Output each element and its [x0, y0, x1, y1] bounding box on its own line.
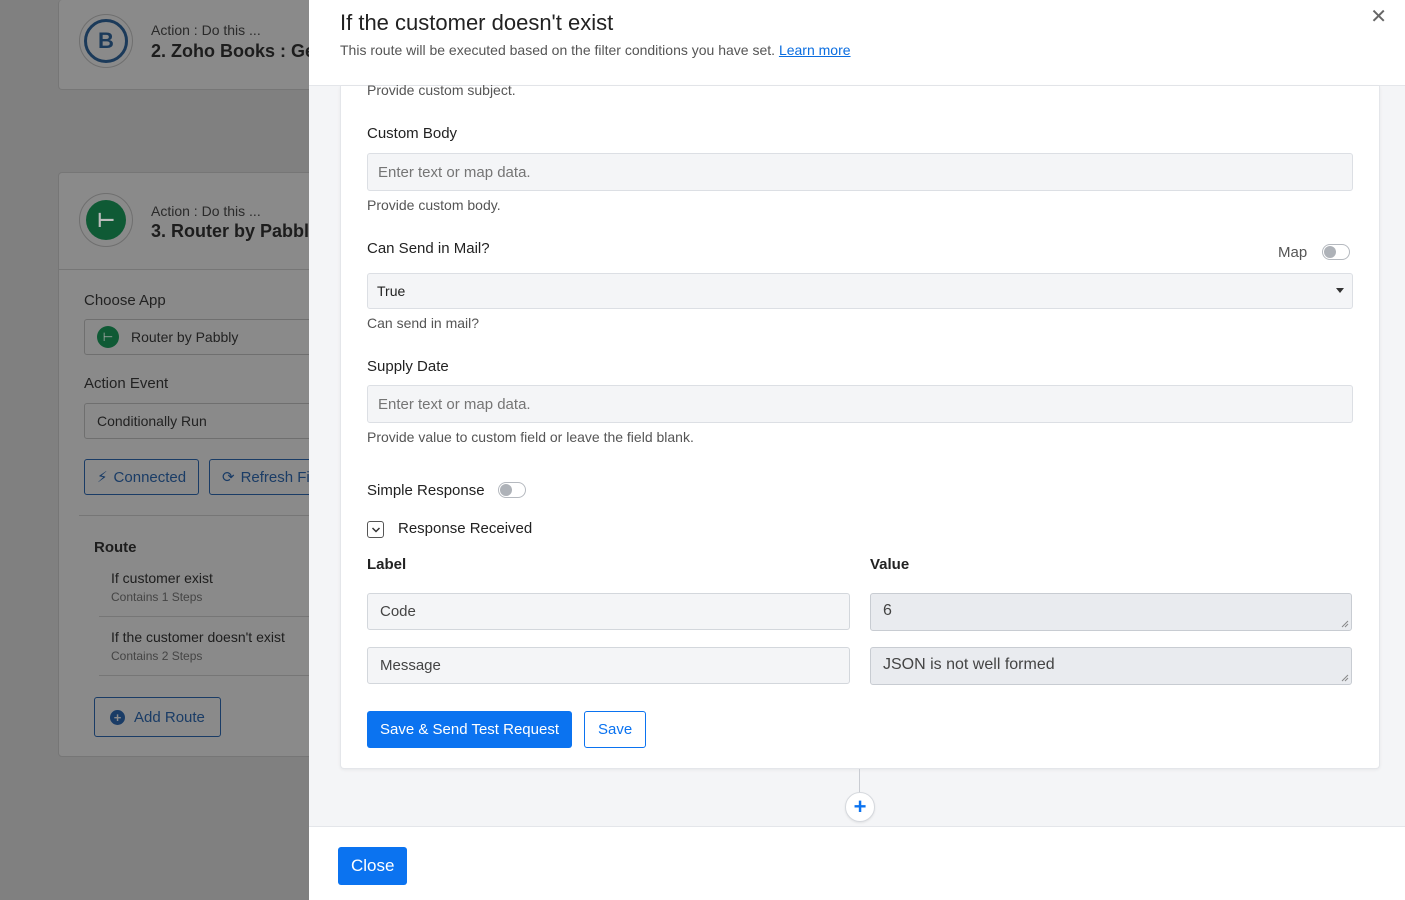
router-step-card: ⊢ Action : Do this ... 3. Router by Pabb…: [58, 172, 334, 757]
step-action-title: 3. Router by Pabbly: [151, 221, 320, 241]
close-button[interactable]: Close: [338, 847, 408, 885]
custom-subject-help: Provide custom subject.: [367, 82, 516, 98]
action-event-label: Action Event: [84, 375, 169, 392]
resize-handle-icon: [1341, 674, 1349, 682]
zoho-books-app-icon: B: [79, 14, 133, 68]
response-value-field[interactable]: 6: [870, 593, 1352, 631]
router-small-icon: ⊢: [97, 326, 119, 348]
learn-more-link[interactable]: Learn more: [779, 42, 851, 58]
map-toggle[interactable]: [1322, 244, 1350, 260]
plus-circle-icon: +: [110, 709, 125, 725]
connected-button[interactable]: ⚡ Connected: [84, 459, 200, 495]
route-modal: If the customer doesn't exist This route…: [309, 0, 1405, 900]
can-send-in-mail-help: Can send in mail?: [367, 315, 480, 331]
close-icon[interactable]: ✕: [1370, 4, 1387, 29]
response-label-input[interactable]: Code: [367, 593, 850, 630]
simple-response-toggle[interactable]: [498, 482, 526, 498]
modal-header: If the customer doesn't exist This route…: [309, 0, 1405, 86]
choose-app-select[interactable]: ⊢ Router by Pabbly: [84, 319, 334, 355]
supply-date-help: Provide value to custom field or leave t…: [367, 429, 694, 445]
form-card: Provide custom subject. Custom Body Prov…: [340, 82, 1380, 769]
route-item-customer-not-exist[interactable]: If the customer doesn't exist: [111, 629, 285, 645]
label-column-header: Label: [367, 556, 407, 573]
can-send-in-mail-select[interactable]: True: [367, 273, 1353, 309]
router-app-icon: ⊢: [79, 193, 133, 247]
plug-icon: ⚡: [97, 469, 108, 486]
add-step-plus-icon[interactable]: +: [845, 792, 875, 822]
can-send-in-mail-label: Can Send in Mail?: [367, 240, 490, 257]
response-value-field[interactable]: JSON is not well formed: [870, 647, 1352, 685]
response-received-label: Response Received: [398, 520, 533, 537]
action-event-select[interactable]: Conditionally Run: [84, 403, 334, 439]
route-step-count: Contains 1 Steps: [111, 590, 203, 604]
add-route-button[interactable]: + Add Route: [94, 697, 221, 737]
zoho-books-step-card[interactable]: B Action : Do this ... 2. Zoho Books : G…: [58, 0, 328, 90]
caret-down-icon: [1336, 288, 1344, 293]
step-action-label: Action : Do this ...: [151, 22, 261, 38]
map-label: Map: [1278, 244, 1308, 261]
resize-handle-icon: [1341, 620, 1349, 628]
route-step-count: Contains 2 Steps: [111, 649, 203, 663]
step-action-label: Action : Do this ...: [151, 203, 261, 219]
value-column-header: Value: [870, 556, 910, 573]
step-connector-line: [859, 769, 860, 793]
save-and-send-test-request-button[interactable]: Save & Send Test Request: [367, 711, 573, 748]
custom-body-help: Provide custom body.: [367, 197, 501, 213]
response-label-input[interactable]: Message: [367, 647, 850, 684]
response-received-collapse-toggle[interactable]: [367, 521, 384, 538]
refresh-icon: ⟳: [222, 469, 235, 486]
route-item-customer-exist[interactable]: If customer exist: [111, 570, 213, 586]
step-action-title: 2. Zoho Books : Get: [151, 41, 322, 61]
choose-app-label: Choose App: [84, 292, 166, 309]
custom-body-input[interactable]: [367, 153, 1353, 191]
save-button[interactable]: Save: [584, 711, 647, 748]
modal-subtitle: This route will be executed based on the…: [340, 42, 851, 58]
supply-date-input[interactable]: [367, 385, 1353, 423]
custom-body-label: Custom Body: [367, 125, 458, 142]
route-heading: Route: [94, 539, 137, 556]
supply-date-label: Supply Date: [367, 358, 449, 375]
modal-footer: Close: [309, 826, 1405, 900]
simple-response-label: Simple Response: [367, 482, 485, 499]
modal-title: If the customer doesn't exist: [340, 10, 614, 35]
chevron-down-icon: [371, 526, 380, 533]
